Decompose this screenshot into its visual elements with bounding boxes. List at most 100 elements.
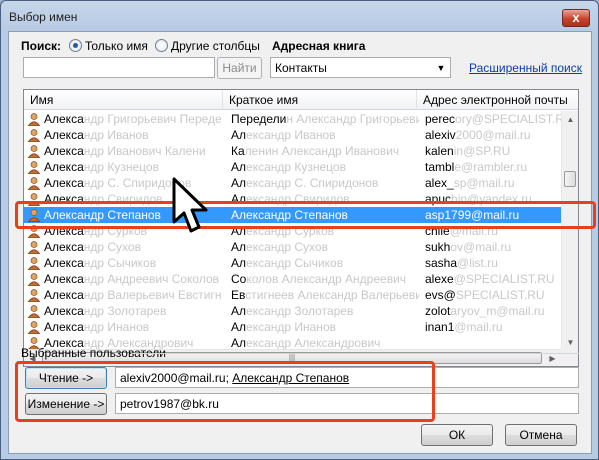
cell-name-text: Алекса (44, 304, 84, 318)
cell-email: alexe@SPECIALIST.RU (425, 271, 561, 287)
cell-name: Александр Валерьевич Евстигн (44, 287, 221, 303)
cell-email-faded: aryov_m@mail.ru (450, 304, 545, 318)
cell-short-name-text: Ев (231, 288, 246, 302)
table-row[interactable]: Александр Сухов Александр Сухов sukhov@mai… (24, 239, 561, 255)
cell-name-faded: ндр Иванович Калени (83, 144, 206, 158)
cell-name-text: Алекса (44, 112, 84, 126)
title-bar[interactable]: Выбор имен x (1, 1, 598, 31)
address-book-select[interactable]: Контакты ▼ (270, 57, 451, 78)
contact-person-icon (27, 304, 41, 318)
cell-name-text: Алекса (44, 240, 84, 254)
find-button[interactable]: Найти (217, 57, 262, 79)
recipients-highlight-box (15, 361, 435, 422)
cell-name: Александр Сычиков (44, 255, 221, 271)
cell-email-text: inan1 (425, 320, 455, 334)
name-only-label[interactable]: Только имя (85, 39, 148, 53)
cell-email-text: alex_ (425, 176, 454, 190)
contact-person-icon (27, 128, 41, 142)
table-row[interactable]: Александр Андреевич Соколов Соколов Алекс… (24, 271, 561, 287)
cell-short-name-text: Ал (231, 336, 247, 350)
cell-email-text: perec (425, 112, 456, 126)
cell-short-name-faded: ександр Инанов (246, 320, 336, 334)
table-row[interactable]: Александр Иванович Калени Каленин Алексан… (24, 143, 561, 159)
cell-email-faded: sp@mail.ru (453, 176, 515, 190)
cell-email-text: kalen (425, 144, 454, 158)
contact-person-icon (27, 288, 41, 302)
contact-person-icon (27, 144, 41, 158)
cell-short-name-text: Ал (231, 176, 247, 190)
ok-button[interactable]: ОК (421, 424, 493, 446)
cell-short-name-faded: ександр Сухов (246, 240, 328, 254)
cell-short-name-text: Передели (231, 112, 287, 126)
scroll-up-icon[interactable]: ▲ (562, 111, 578, 128)
table-row[interactable]: Александр Золотарев Александр Золотарев zo… (24, 303, 561, 319)
cell-email-text: tambl (425, 160, 455, 174)
cell-name-faded: ндр Кузнецов (83, 160, 159, 174)
table-row[interactable]: Александр Иванов Александр Иванов alexiv20… (24, 127, 561, 143)
contact-person-icon (27, 176, 41, 190)
cell-email-text: evs@ (425, 288, 456, 302)
cell-short-name-text: Со (231, 272, 247, 286)
cancel-button[interactable]: Отмена (505, 424, 577, 446)
cell-short-name: Евстигнеев Александр Валерьевич (231, 287, 419, 303)
cell-name-text: Алекса (44, 320, 84, 334)
vertical-scroll-thumb[interactable] (564, 171, 576, 187)
cell-email: perecory@SPECIALIST.RU (425, 111, 561, 127)
contact-person-icon (27, 160, 41, 174)
cell-email-faded: @mail.ru (454, 320, 503, 334)
cell-name-text: Алекса (44, 176, 84, 190)
address-book-label: Адресная книга (272, 39, 366, 53)
search-input[interactable] (23, 57, 215, 78)
cell-short-name-text: Ал (231, 320, 247, 334)
cell-short-name-text: Ал (231, 160, 247, 174)
column-header-short-name[interactable]: Краткое имя (223, 90, 417, 110)
cell-name: Александр Кузнецов (44, 159, 221, 175)
cell-short-name: Александр Инанов (231, 319, 419, 335)
other-columns-label[interactable]: Другие столбцы (171, 39, 260, 53)
close-button[interactable]: x (562, 9, 590, 27)
cell-name-text: Алекса (44, 144, 84, 158)
cell-email-text: alexe (425, 272, 454, 286)
cell-short-name: Александр Иванов (231, 127, 419, 143)
cell-email: kalenin@SP.RU (425, 143, 561, 159)
cell-email-faded: SPECIALIST.RU (455, 288, 545, 302)
mouse-pointer-icon (172, 177, 208, 233)
cell-name-text: Алекса (44, 128, 84, 142)
cell-short-name: Каленин Александр Иванович (231, 143, 419, 159)
name-only-radio[interactable] (69, 39, 82, 52)
cell-short-name-faded: ександр Кузнецов (246, 160, 346, 174)
table-row[interactable]: Александр С. Спиридонов Александр С. Спир… (24, 175, 561, 191)
contact-person-icon (27, 256, 41, 270)
cell-short-name-text: Ал (231, 304, 247, 318)
cell-short-name-faded: ександр Сычиков (246, 256, 344, 270)
search-label: Поиск: (21, 39, 62, 53)
cell-name-faded: ндр Сычиков (83, 256, 157, 270)
cell-name-faded: ндр Иванов (83, 128, 149, 142)
cell-email: sasha@list.ru (425, 255, 561, 271)
cell-short-name: Александр Сычиков (231, 255, 419, 271)
cell-name-text: Алекса (44, 272, 84, 286)
advanced-search-link[interactable]: Расширенный поиск (469, 61, 582, 75)
cell-short-name: Александр Сухов (231, 239, 419, 255)
table-row[interactable]: Александр Кузнецов Александр Кузнецов tamb… (24, 159, 561, 175)
column-header-email[interactable]: Адрес электронной почты (417, 90, 578, 110)
table-row[interactable]: Александр Григорьевич Переде Переделин Ал… (24, 111, 561, 127)
cell-email: zolotaryov_m@mail.ru (425, 303, 561, 319)
cell-email: tamble@rambler.ru (425, 159, 561, 175)
table-row[interactable]: Александр Инанов Александр Инанов inan1@ma… (24, 319, 561, 335)
other-columns-radio[interactable] (155, 39, 168, 52)
cell-name: Александр Иванов (44, 127, 221, 143)
cell-email-text: sukh (425, 240, 451, 254)
vertical-scrollbar[interactable]: ▲ ▼ (561, 111, 578, 351)
contact-person-icon (27, 272, 41, 286)
table-row[interactable]: Александр Валерьевич Евстигн Евстигнеев А… (24, 287, 561, 303)
cell-email-text: alexiv (425, 128, 456, 142)
cell-email: sukhov@mail.ru (425, 239, 561, 255)
cell-name: Александр Инанов (44, 319, 221, 335)
cell-name-faded: ндр Золотарев (83, 304, 167, 318)
grid-header: Имя Краткое имя Адрес электронной почты (24, 90, 578, 110)
cell-email-faded: ory@SPECIALIST.RU (455, 112, 561, 126)
column-header-name[interactable]: Имя (24, 90, 223, 110)
cell-email-faded: ov@mail.ru (450, 240, 512, 254)
table-row[interactable]: Александр Сычиков Александр Сычиков sasha@… (24, 255, 561, 271)
